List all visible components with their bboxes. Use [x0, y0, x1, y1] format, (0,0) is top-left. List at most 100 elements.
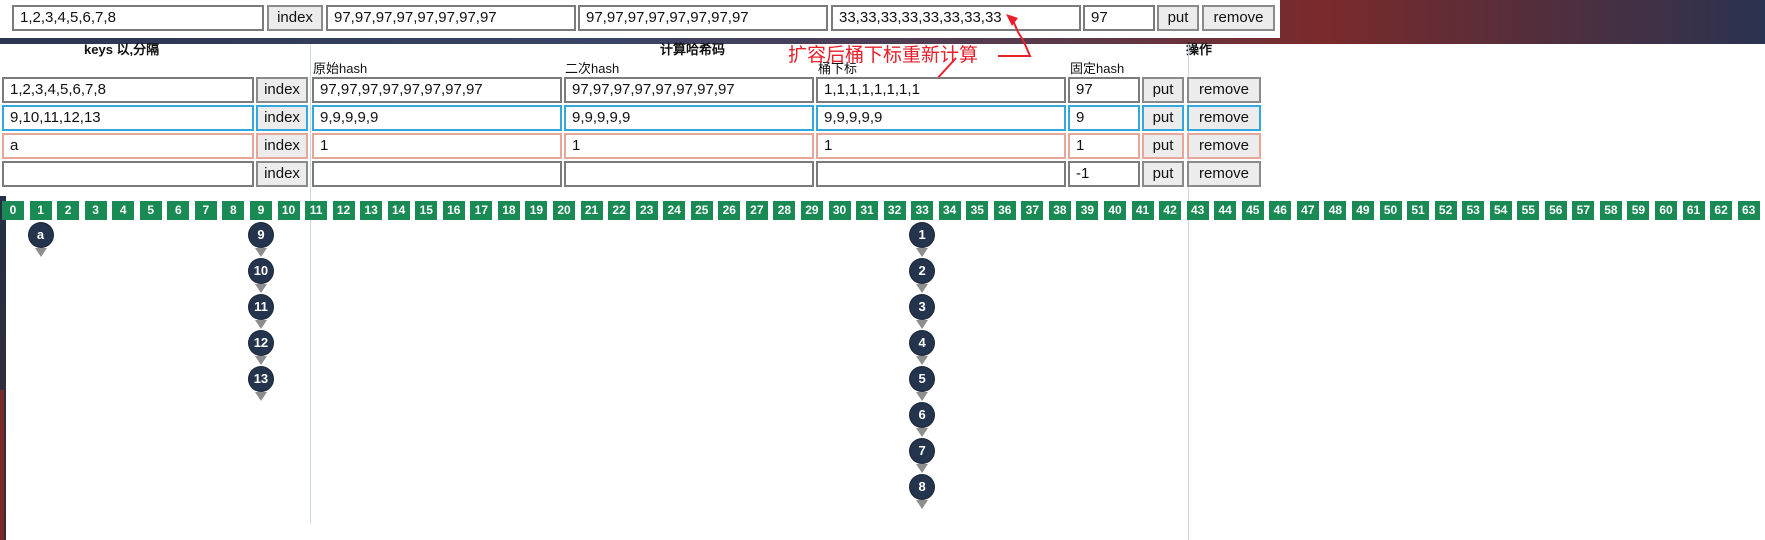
keys-input[interactable]: a — [2, 133, 254, 159]
chain-node: 7 — [910, 439, 935, 463]
chain-node: 6 — [910, 403, 935, 427]
top-index-button[interactable]: index — [267, 5, 323, 31]
chain-next-arrow-icon — [254, 392, 267, 401]
chain-node: 5 — [910, 367, 935, 391]
bucket-index-cell: 28 — [773, 201, 796, 220]
keys-input[interactable] — [2, 161, 254, 187]
bucket-strip: 0 1 2 3 4 5 6 7 8 9 10 11 12 13 14 15 16 17 18 19 20 21 22 23 24… — [0, 201, 1765, 220]
remove-button[interactable]: remove — [1187, 133, 1261, 159]
bucket-index-input[interactable]: 1,1,1,1,1,1,1,1 — [816, 77, 1066, 103]
chain-node: 2 — [910, 259, 935, 283]
keys-input[interactable]: 9,10,11,12,13 — [2, 105, 254, 131]
secondary-hash-input[interactable]: 1 — [564, 133, 814, 159]
bucket-index-cell: 29 — [800, 201, 823, 220]
bucket-index-cell: 38 — [1048, 201, 1071, 220]
bucket-index-cell: 47 — [1296, 201, 1319, 220]
bucket-index-input[interactable]: 9,9,9,9,9 — [816, 105, 1066, 131]
bucket-index-cell: 32 — [883, 201, 906, 220]
bucket-index-cell: 3 — [84, 201, 107, 220]
bucket-index-cell: 41 — [1131, 201, 1154, 220]
remove-button[interactable]: remove — [1187, 161, 1261, 187]
secondary-hash-input[interactable]: 97,97,97,97,97,97,97,97 — [564, 77, 814, 103]
bucket-index-cell: 15 — [415, 201, 438, 220]
fixed-hash-input[interactable]: -1 — [1068, 161, 1140, 187]
secondary-hash-input[interactable]: 9,9,9,9,9 — [564, 105, 814, 131]
bucket-index-cell: 8 — [222, 201, 245, 220]
fixed-hash-input[interactable]: 1 — [1068, 133, 1140, 159]
chain-node: 8 — [910, 475, 935, 499]
bucket-index-cell: 27 — [745, 201, 768, 220]
chain-node: 10 — [248, 259, 273, 283]
bucket-index-cell: 30 — [828, 201, 851, 220]
bucket-index-cell: 26 — [718, 201, 741, 220]
bucket-index-cell: 56 — [1544, 201, 1567, 220]
bucket-index-cell: 4 — [112, 201, 135, 220]
bucket-index-cell: 12 — [332, 201, 355, 220]
original-hash-input[interactable]: 9,9,9,9,9 — [312, 105, 562, 131]
bucket-index-cell: 50 — [1379, 201, 1402, 220]
chain-next-arrow-icon — [254, 248, 267, 257]
top-secondary-hash-input[interactable]: 97,97,97,97,97,97,97,97 — [578, 5, 828, 31]
bucket-index-cell: 62 — [1710, 201, 1733, 220]
bucket-index-cell: 7 — [194, 201, 217, 220]
chain-node: 9 — [248, 223, 273, 247]
secondary-hash-input[interactable] — [564, 161, 814, 187]
bucket-index-cell: 35 — [966, 201, 989, 220]
put-button[interactable]: put — [1142, 77, 1184, 103]
bucket-index-cell: 61 — [1682, 201, 1705, 220]
top-put-button[interactable]: put — [1157, 5, 1199, 31]
chain-node: 3 — [910, 295, 935, 319]
bucket-index-cell: 16 — [442, 201, 465, 220]
bucket-index-cell: 52 — [1434, 201, 1457, 220]
header-fixed-hash: 固定hash — [1070, 61, 1125, 76]
bucket-index-cell: 2 — [57, 201, 80, 220]
remove-button[interactable]: remove — [1187, 77, 1261, 103]
top-fixed-hash-input[interactable]: 97 — [1083, 5, 1155, 31]
put-button[interactable]: put — [1142, 133, 1184, 159]
bucket-index-cell: 36 — [993, 201, 1016, 220]
fixed-hash-input[interactable]: 9 — [1068, 105, 1140, 131]
original-hash-input[interactable]: 1 — [312, 133, 562, 159]
keys-input[interactable]: 1,2,3,4,5,6,7,8 — [2, 77, 254, 103]
fixed-hash-input[interactable]: 97 — [1068, 77, 1140, 103]
chain-node: 12 — [248, 331, 273, 355]
remove-button[interactable]: remove — [1187, 105, 1261, 131]
chain-next-arrow-icon — [916, 320, 929, 329]
chain-node: 11 — [248, 295, 273, 319]
bucket-index-cell: 51 — [1407, 201, 1430, 220]
chain-next-arrow-icon — [916, 392, 929, 401]
bucket-index-cell: 60 — [1655, 201, 1677, 220]
bucket-index-cell: 18 — [497, 201, 520, 220]
bucket-index-input[interactable] — [816, 161, 1066, 187]
bucket-index-cell: 10 — [277, 201, 300, 220]
bucket-index-cell: 9 — [249, 201, 272, 220]
put-button[interactable]: put — [1142, 161, 1184, 187]
chain-next-arrow-icon — [916, 248, 929, 257]
header-ops: 操作 — [1186, 42, 1213, 57]
chain-node: 4 — [910, 331, 935, 355]
bucket-index-input[interactable]: 1 — [816, 133, 1066, 159]
bucket-index-cell: 1 — [29, 201, 52, 220]
top-keys-input[interactable]: 1,2,3,4,5,6,7,8 — [12, 5, 264, 31]
index-button[interactable]: index — [256, 133, 308, 159]
index-button[interactable]: index — [256, 161, 308, 187]
index-button[interactable]: index — [256, 105, 308, 131]
top-original-hash-input[interactable]: 97,97,97,97,97,97,97,97 — [326, 5, 576, 31]
top-remove-button[interactable]: remove — [1202, 5, 1275, 31]
original-hash-input[interactable]: 97,97,97,97,97,97,97,97 — [312, 77, 562, 103]
bucket-index-cell: 44 — [1214, 201, 1237, 220]
bucket-index-cell: 54 — [1489, 201, 1512, 220]
bucket-index-cell: 17 — [470, 201, 493, 220]
index-button[interactable]: index — [256, 77, 308, 103]
bucket-index-cell: 59 — [1627, 201, 1650, 220]
original-hash-input[interactable] — [312, 161, 562, 187]
chain-next-arrow-icon — [916, 428, 929, 437]
chain-node: a — [28, 223, 53, 247]
chain-next-arrow-icon — [254, 356, 267, 365]
chain-node: 1 — [910, 223, 935, 247]
chain-next-arrow-icon — [916, 284, 929, 293]
bucket-index-cell: 48 — [1324, 201, 1347, 220]
bucket-index-cell: 24 — [663, 201, 686, 220]
put-button[interactable]: put — [1142, 105, 1184, 131]
bucket-index-cell: 53 — [1462, 201, 1485, 220]
